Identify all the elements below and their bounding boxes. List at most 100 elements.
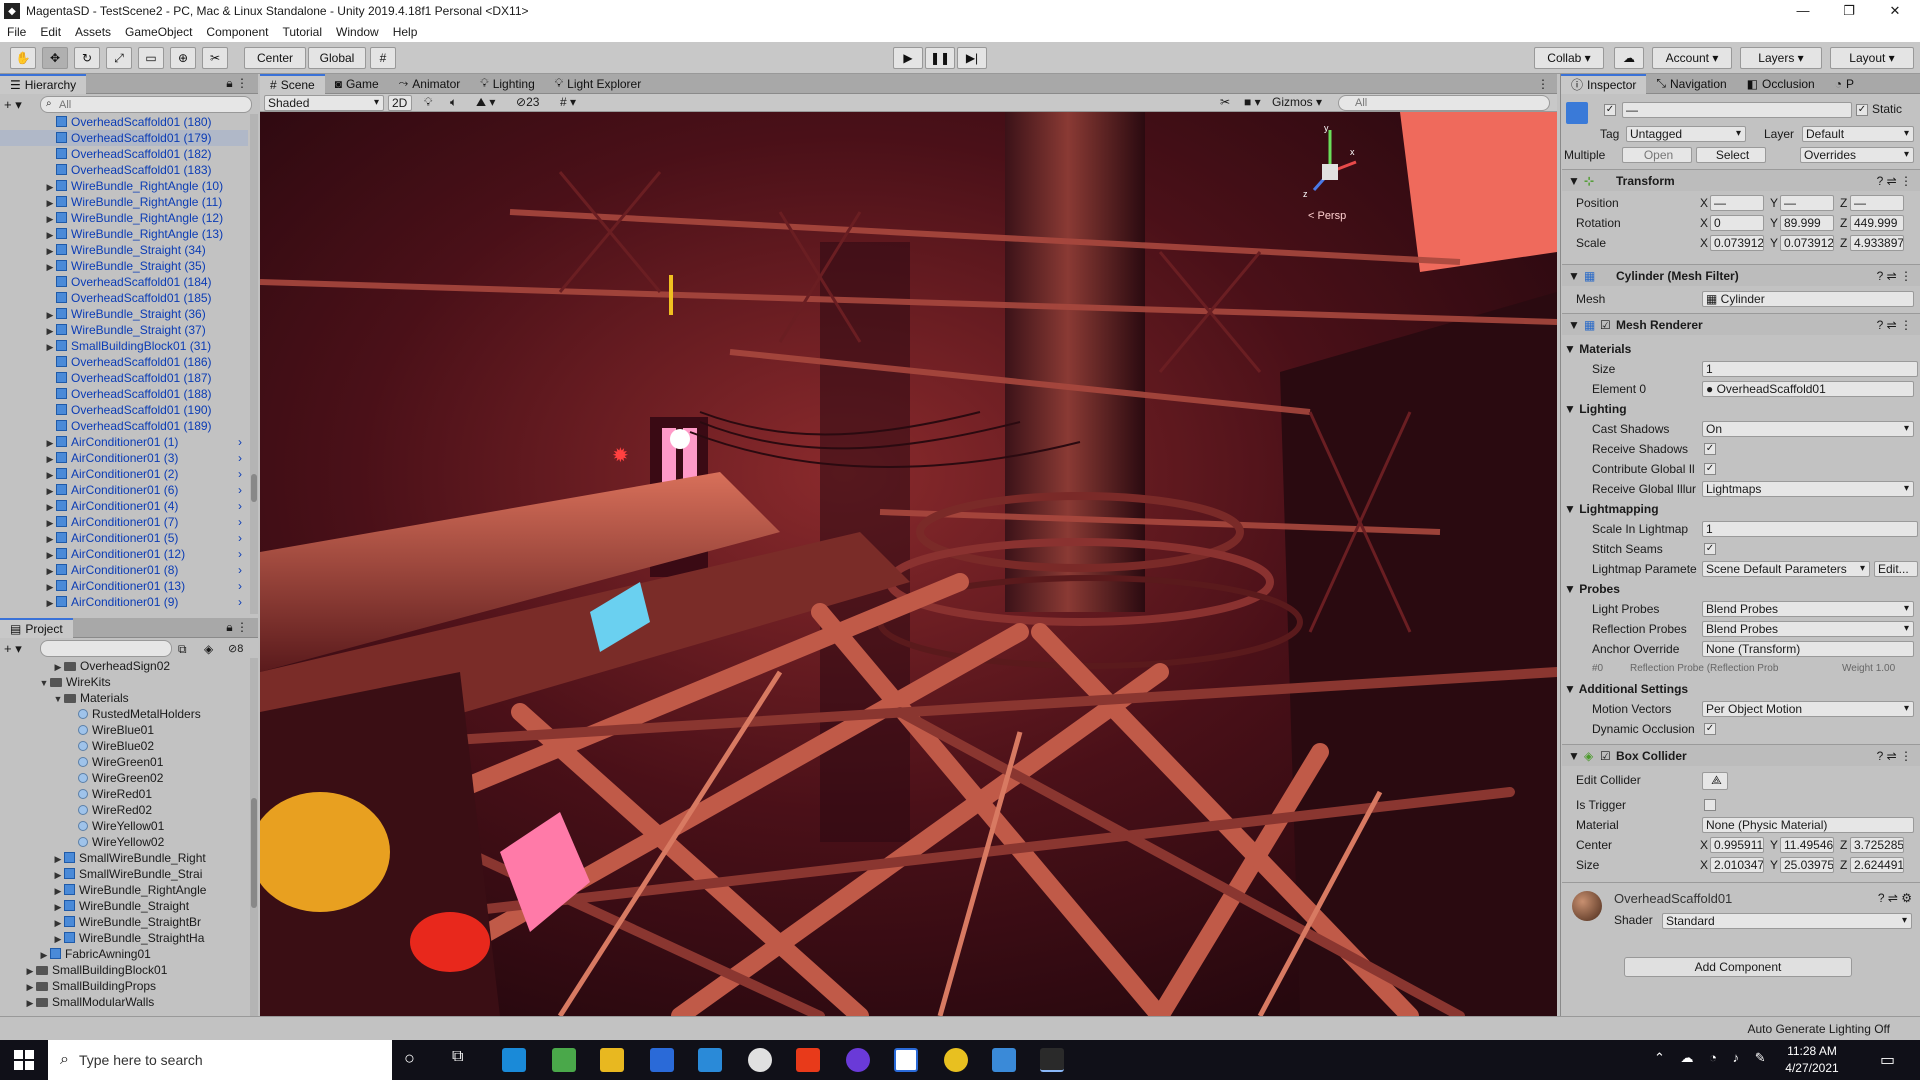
hierarchy-item[interactable]: OverheadScaffold01 (188) [0,386,248,402]
hierarchy-item[interactable]: OverheadScaffold01 (180) [0,114,248,130]
start-button-icon[interactable] [14,1050,34,1070]
expand-arrow-icon[interactable]: ▶ [44,579,56,594]
scene-menu-icon[interactable]: ⋮ [1537,77,1549,91]
hierarchy-item[interactable]: ▶ AirConditioner01 (6) › [0,482,248,498]
edit-collider-button[interactable]: ⟁ [1702,772,1728,790]
file-explorer-icon[interactable] [600,1048,624,1072]
project-item[interactable]: WireGreen02 [0,770,248,786]
clock-date[interactable]: 4/27/2021 [1772,1061,1852,1075]
hierarchy-item[interactable]: OverheadScaffold01 (189) [0,418,248,434]
lock-icon[interactable]: 🔒︎ ⋮ [226,76,248,91]
project-item[interactable]: WireRed01 [0,786,248,802]
persp-label[interactable]: < Persp [1308,210,1346,222]
custom-tool-icon[interactable]: ✂ [202,47,228,69]
project-item[interactable]: ▶ SmallWireBundle_Strai [0,866,248,882]
hierarchy-item[interactable]: ▶ WireBundle_RightAngle (12) [0,210,248,226]
pivot-global-button[interactable]: Global [308,47,366,69]
hierarchy-item[interactable]: OverheadScaffold01 (179) [0,130,248,146]
shading-mode-dropdown[interactable]: Shaded [264,95,384,111]
project-create-button[interactable]: + ▾ [4,641,34,657]
unity-taskbar-icon[interactable] [1040,1048,1064,1072]
center-z-field[interactable]: 3.725285 [1850,837,1904,853]
account-dropdown[interactable]: Account ▾ [1652,47,1732,69]
tab-inspector[interactable]: ⓘ Inspector [1561,73,1647,94]
hierarchy-item[interactable]: OverheadScaffold01 (186) [0,354,248,370]
lightmap-edit-button[interactable]: Edit... [1874,561,1918,577]
hidden-count-icon[interactable]: ⊘8 [228,642,243,655]
expand-arrow-icon[interactable]: ▶ [44,467,56,482]
lightmap-params-dropdown[interactable]: Scene Default Parameters [1702,561,1870,577]
collider-size-y-field[interactable]: 25.03975 [1780,857,1834,873]
center-y-field[interactable]: 11.49546 [1780,837,1834,853]
hierarchy-item[interactable]: OverheadScaffold01 (190) [0,402,248,418]
open-prefab-chevron-icon[interactable]: › [238,530,242,546]
probes-foldout[interactable]: ▼ Probes [1564,580,1620,598]
project-item[interactable]: ▶ WireBundle_StraightBr [0,914,248,930]
expand-arrow-icon[interactable]: ▶ [44,195,56,210]
task-view-icon[interactable]: ⧉ [452,1048,463,1066]
audio-icon[interactable]: 🔈︎ [450,95,457,110]
hierarchy-item[interactable]: ▶ AirConditioner01 (13) › [0,578,248,594]
hierarchy-item[interactable]: ▶ AirConditioner01 (7) › [0,514,248,530]
taskbar-search-box[interactable]: ⌕ Type here to search [48,1040,392,1080]
expand-arrow-icon[interactable]: ▶ [44,483,56,498]
notifications-icon[interactable]: ▭ [1880,1050,1895,1070]
position-z-field[interactable]: — [1850,195,1904,211]
hierarchy-item[interactable]: OverheadScaffold01 (182) [0,146,248,162]
expand-arrow-icon[interactable]: ▶ [44,515,56,530]
expand-arrow-icon[interactable]: ▶ [44,451,56,466]
gizmos-dropdown[interactable]: Gizmos ▾ [1272,95,1332,109]
expand-arrow-icon[interactable]: ▶ [44,595,56,610]
hierarchy-item[interactable]: OverheadScaffold01 (185) [0,290,248,306]
menu-component[interactable]: Component [199,25,275,39]
cortana-icon[interactable]: ○ [404,1048,415,1069]
expand-arrow-icon[interactable]: ▶ [24,995,36,1010]
additional-settings-foldout[interactable]: ▼ Additional Settings [1564,680,1688,698]
maximize-button[interactable]: ❐ [1826,0,1872,22]
hidden-objects-icon[interactable]: ⊘23 [516,95,539,109]
expand-arrow-icon[interactable]: ▶ [44,499,56,514]
box-collider-checkbox[interactable]: ☑ [1600,745,1611,767]
grid-snap-icon[interactable]: # [370,47,396,69]
mesh-renderer-checkbox[interactable]: ☑ [1600,314,1611,336]
hierarchy-item[interactable]: ▶ WireBundle_RightAngle (10) [0,178,248,194]
tab-lighting[interactable]: 💡︎ Lighting [470,74,544,94]
position-x-field[interactable]: — [1710,195,1764,211]
store-icon[interactable] [650,1048,674,1072]
hierarchy-item[interactable]: ▶ AirConditioner01 (4) › [0,498,248,514]
mesh-renderer-menu-icon[interactable]: ? ⇌ ⋮ [1877,314,1912,336]
rotate-tool-icon[interactable]: ↻ [74,47,100,69]
mesh-filter-menu-icon[interactable]: ? ⇌ ⋮ [1877,265,1912,287]
expand-arrow-icon[interactable]: ▶ [44,323,56,338]
active-checkbox[interactable]: ✓ [1604,104,1616,116]
pause-button[interactable]: ❚❚ [925,47,955,69]
mesh-renderer-header[interactable]: ▼ ▦ ☑ Mesh Renderer ? ⇌ ⋮ [1562,313,1920,335]
project-item[interactable]: ▶ WireBundle_RightAngle [0,882,248,898]
github-icon[interactable] [846,1048,870,1072]
receive-gi-dropdown[interactable]: Lightmaps [1702,481,1914,497]
position-y-field[interactable]: — [1780,195,1834,211]
open-prefab-chevron-icon[interactable]: › [238,514,242,530]
size-field[interactable]: 1 [1702,361,1918,377]
tag-dropdown[interactable]: Untagged [1626,126,1746,142]
clock-time[interactable]: 11:28 AM [1772,1044,1852,1058]
collab-dropdown[interactable]: Collab ▾ [1534,47,1604,69]
minimize-button[interactable]: — [1780,0,1826,22]
anchor-override-field[interactable]: None (Transform) [1702,641,1914,657]
box-collider-menu-icon[interactable]: ? ⇌ ⋮ [1877,745,1912,767]
shader-dropdown[interactable]: Standard [1662,913,1912,929]
open-prefab-button[interactable]: Open [1622,147,1692,163]
scale-x-field[interactable]: 0.073912 [1710,235,1764,251]
menu-window[interactable]: Window [329,25,386,39]
chrome-profile-icon[interactable] [552,1048,576,1072]
hierarchy-item[interactable]: ▶ WireBundle_RightAngle (11) [0,194,248,210]
scale-y-field[interactable]: 0.073912 [1780,235,1834,251]
scale-lightmap-field[interactable]: 1 [1702,521,1918,537]
open-prefab-chevron-icon[interactable]: › [238,434,242,450]
project-item[interactable]: ▶ FabricAwning01 [0,946,248,962]
scale-tool-icon[interactable]: ⤢ [106,47,132,69]
scale-z-field[interactable]: 4.933897 [1850,235,1904,251]
project-item[interactable]: ▶ OverheadSign02 [0,658,248,674]
project-item[interactable]: WireGreen01 [0,754,248,770]
expand-arrow-icon[interactable]: ▶ [52,899,64,914]
